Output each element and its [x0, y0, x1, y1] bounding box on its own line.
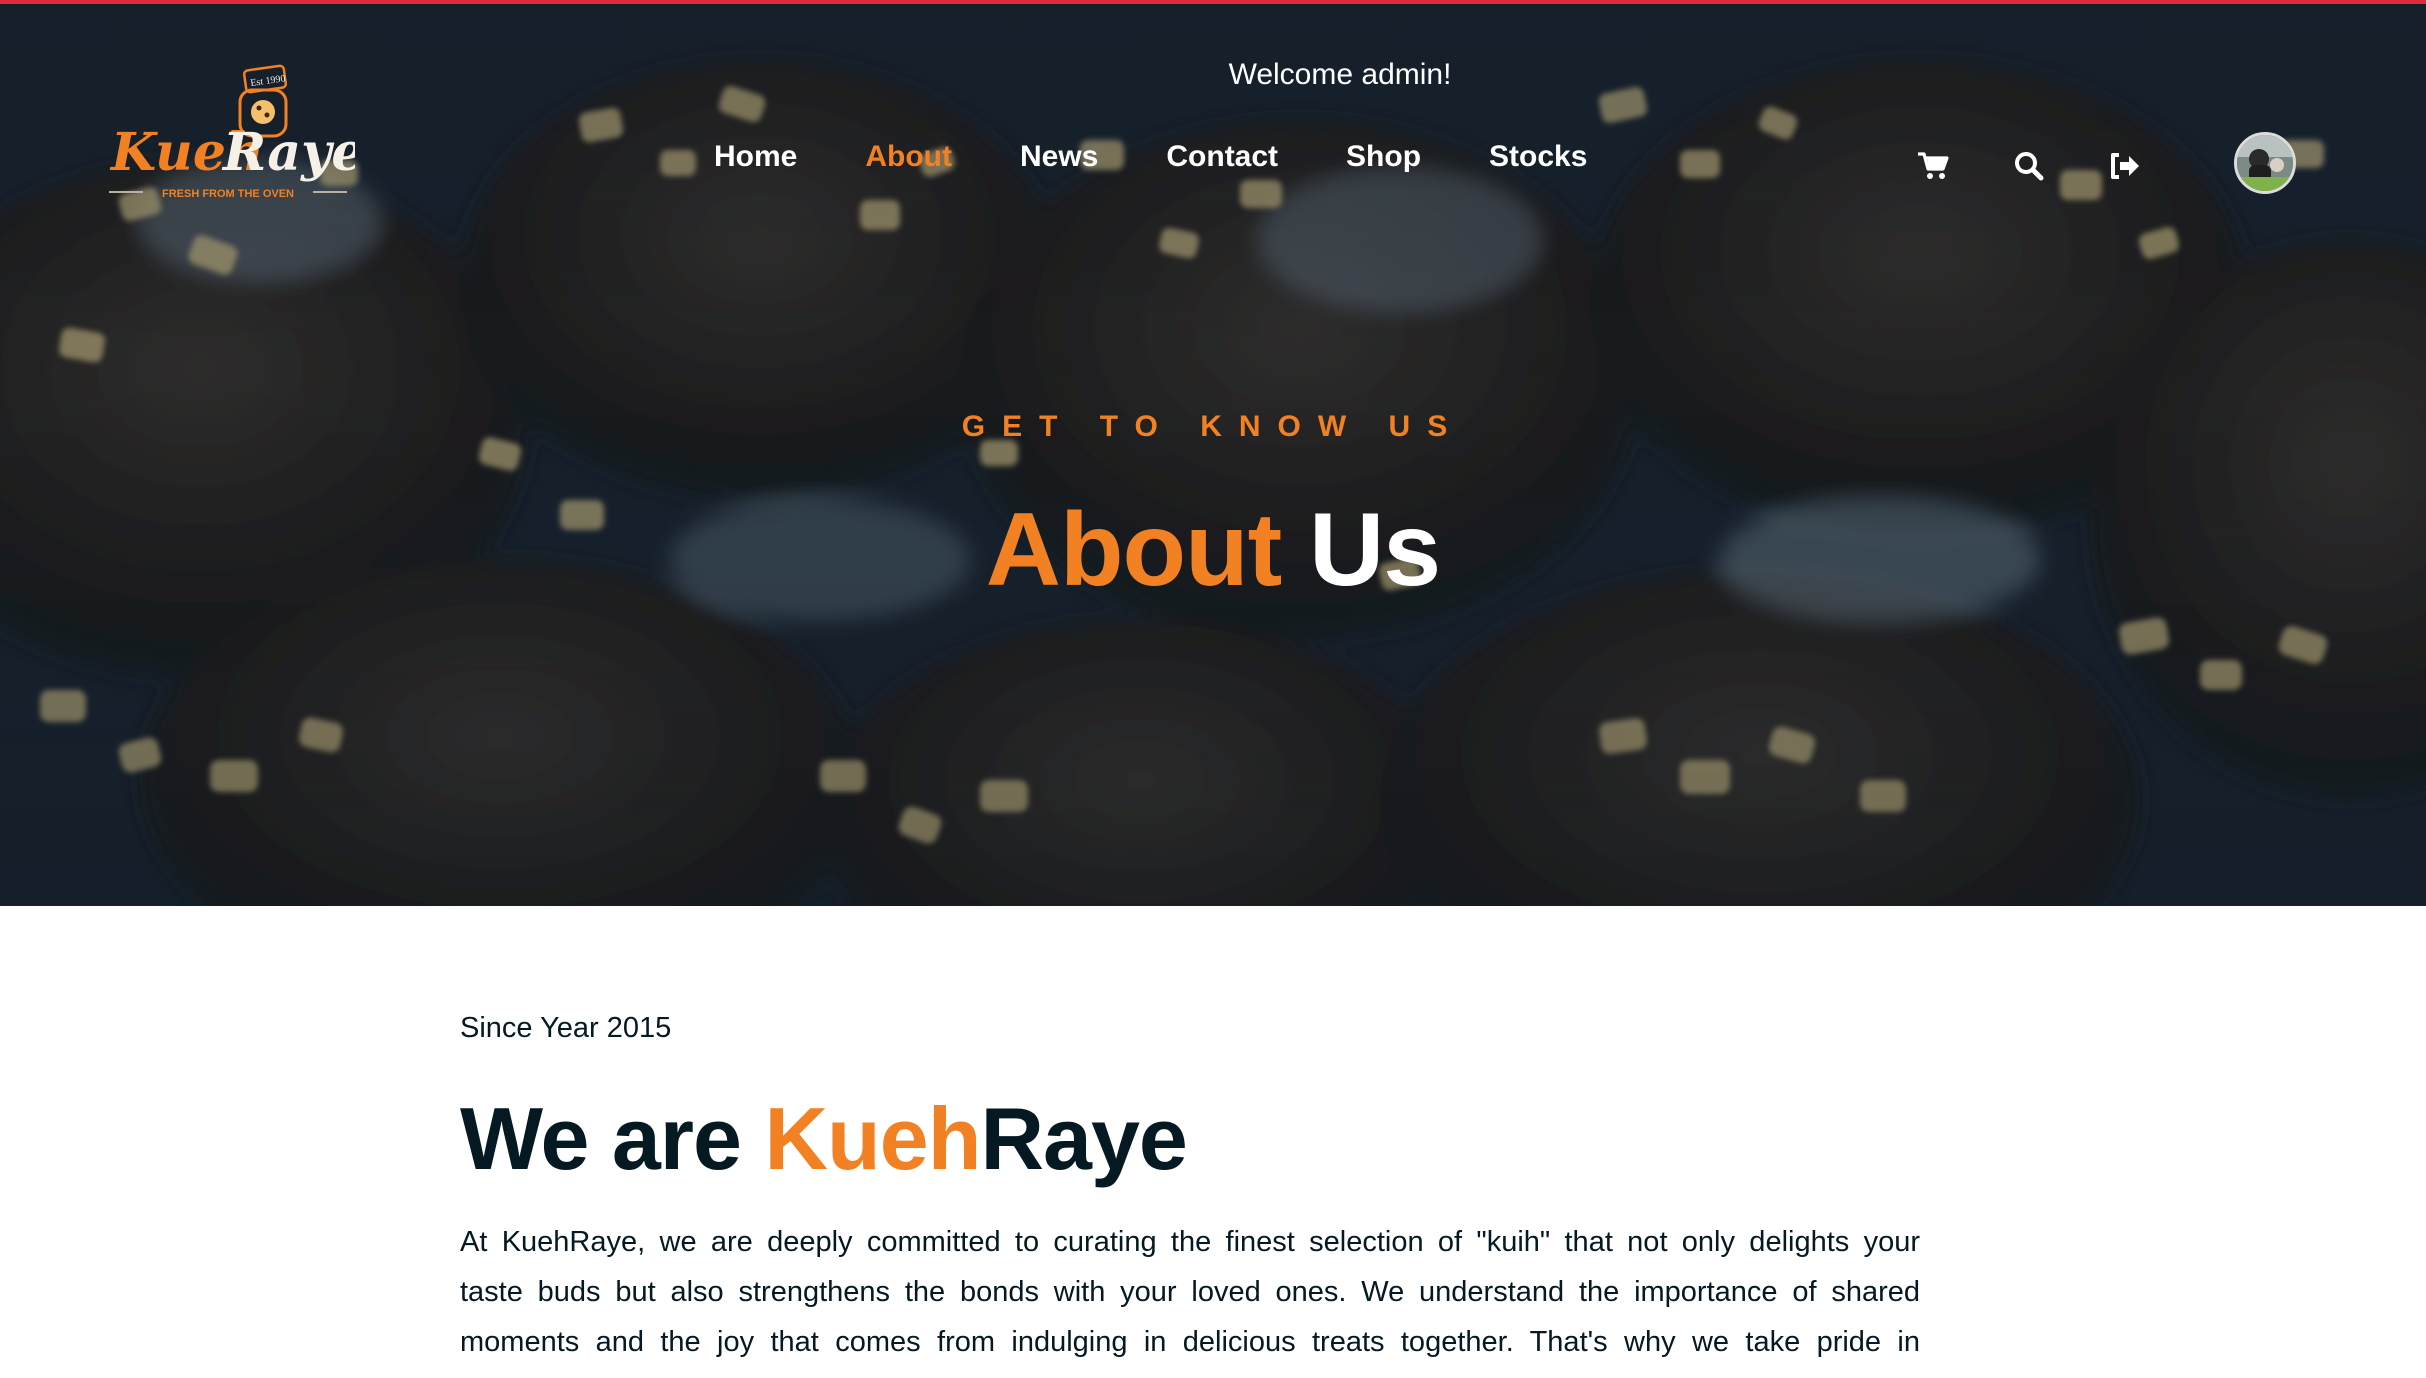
headline-rest: Raye [980, 1089, 1187, 1188]
hero-title-highlight: About [985, 492, 1282, 608]
main-navigation: Home About News Contact Shop Stocks [680, 140, 1621, 174]
nav-about[interactable]: About [831, 140, 986, 174]
intro-paragraph-line: At KuehRaye, we are deeply committed to … [460, 1226, 1920, 1258]
nav-contact[interactable]: Contact [1132, 140, 1312, 174]
hero-dark-overlay [0, 0, 2426, 906]
nav-stocks[interactable]: Stocks [1455, 140, 1621, 174]
headline-highlight: Kueh [764, 1089, 981, 1188]
welcome-message: Welcome admin! [1228, 58, 1452, 91]
svg-text:FRESH FROM THE OVEN: FRESH FROM THE OVEN [162, 188, 294, 200]
brand-logo[interactable]: Est 1990 Kueh Raye FRESH FROM THE OVEN [105, 62, 364, 212]
intro-headline: We are KuehRaye [460, 1089, 1920, 1189]
headline-prefix: We are [460, 1089, 742, 1188]
intro-paragraph: At KuehRaye, we are deeply committed to … [460, 1217, 1920, 1367]
search-icon[interactable] [2004, 143, 2054, 189]
sign-out-icon[interactable] [2100, 143, 2150, 189]
top-accent-bar [0, 0, 2426, 4]
hero-title-rest: Us [1309, 492, 1441, 608]
nav-home[interactable]: Home [680, 140, 831, 174]
hero-eyebrow: GET TO KNOW US [961, 410, 1465, 443]
kuehraye-logo-icon: Est 1990 Kueh Raye FRESH FROM THE OVEN [109, 64, 364, 200]
hero-header: Est 1990 Kueh Raye FRESH FROM THE OVEN W… [0, 0, 2426, 906]
intro-paragraph-line: taste buds but also strengthens the bond… [460, 1276, 1920, 1308]
nav-shop[interactable]: Shop [1312, 140, 1455, 174]
intro-paragraph-line: moments and the joy that comes from indu… [460, 1326, 1920, 1358]
about-intro-section: Since Year 2015 We are KuehRaye At KuehR… [460, 1012, 1920, 1367]
user-avatar[interactable] [2234, 132, 2296, 194]
header-actions [1908, 132, 2296, 194]
nav-news[interactable]: News [986, 140, 1132, 174]
shopping-cart-icon[interactable] [1908, 143, 1958, 189]
since-year-label: Since Year 2015 [460, 1012, 672, 1044]
hero-title: About Us [0, 490, 2426, 610]
svg-text:Raye: Raye [221, 122, 355, 183]
